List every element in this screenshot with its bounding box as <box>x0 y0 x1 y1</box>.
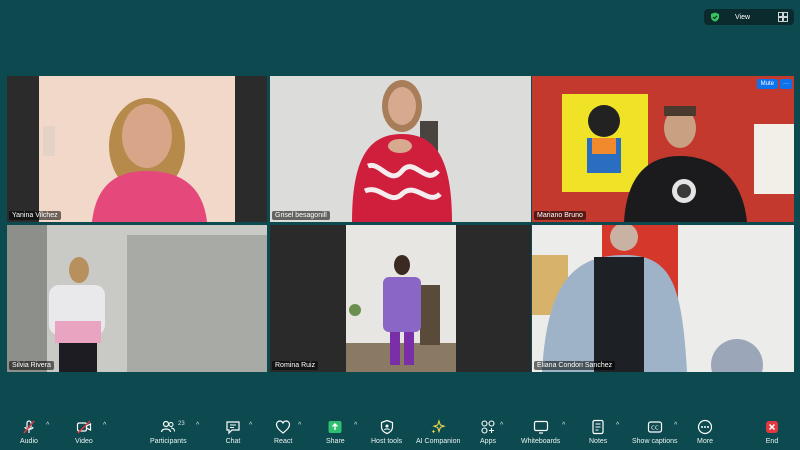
end-meeting-button[interactable]: End <box>764 414 780 450</box>
video-tile-2[interactable]: Grisel besagonill <box>270 76 531 222</box>
apps-options-chevron-icon[interactable]: ^ <box>500 422 503 429</box>
microphone-muted-icon <box>23 420 35 434</box>
share-options-chevron-icon[interactable]: ^ <box>354 422 357 429</box>
video-button[interactable]: Video <box>75 414 93 450</box>
participants-options-chevron-icon[interactable]: ^ <box>196 422 199 429</box>
whiteboards-button[interactable]: Whiteboards <box>521 414 560 450</box>
grid-view-icon <box>778 12 788 22</box>
ai-companion-button[interactable]: AI Companion <box>416 414 460 450</box>
chat-options-chevron-icon[interactable]: ^ <box>249 422 252 429</box>
react-button[interactable]: React <box>274 414 292 450</box>
video-grid: Yanina Vilchez Grisel besagonill Mute ··… <box>7 76 794 372</box>
svg-text:CC: CC <box>651 426 659 432</box>
participant-name: Romina Ruiz <box>272 361 319 370</box>
participant-name: Silvia Rivera <box>9 361 54 370</box>
share-button[interactable]: Share <box>326 414 345 450</box>
show-captions-button[interactable]: CC Show captions <box>632 414 678 450</box>
host-shield-icon <box>380 419 393 435</box>
whiteboard-icon <box>533 420 548 434</box>
shield-check-icon <box>711 12 719 22</box>
participants-icon <box>161 420 176 433</box>
video-tile-3[interactable]: Mute ··· Mariano Bruno <box>532 76 794 222</box>
notes-options-chevron-icon[interactable]: ^ <box>616 422 619 429</box>
participant-name: Eliana Condori Sanchez <box>534 361 616 370</box>
apps-icon <box>481 420 495 434</box>
tile-controls: Mute ··· <box>756 79 792 89</box>
notes-icon <box>592 419 604 435</box>
participant-video-6 <box>532 225 794 372</box>
participant-video-4 <box>7 225 267 372</box>
host-tools-label: Host tools <box>371 438 403 445</box>
view-button[interactable]: View <box>704 9 794 25</box>
video-tile-4[interactable]: Silvia Rivera <box>7 225 267 372</box>
participant-name: Grisel besagonill <box>272 211 330 220</box>
share-screen-icon <box>328 421 342 433</box>
heart-icon <box>276 420 291 434</box>
captions-options-chevron-icon[interactable]: ^ <box>674 422 677 429</box>
chat-bubble-icon <box>226 421 240 435</box>
more-button[interactable]: More <box>697 414 713 450</box>
share-label: Share <box>326 438 345 445</box>
more-dots-icon <box>697 419 713 435</box>
participants-count: 23 <box>178 421 185 427</box>
captions-icon: CC <box>647 421 662 433</box>
participants-label: Participants <box>150 438 187 445</box>
video-tile-5[interactable]: Romina Ruiz <box>270 225 531 372</box>
participant-video-3 <box>532 76 794 222</box>
participant-video-5 <box>270 225 531 372</box>
more-label: More <box>697 438 713 445</box>
audio-label: Audio <box>20 438 38 445</box>
participant-video-2 <box>270 76 531 222</box>
chat-label: Chat <box>225 438 241 445</box>
video-options-chevron-icon[interactable]: ^ <box>103 422 106 429</box>
audio-button[interactable]: Audio <box>20 414 38 450</box>
video-label: Video <box>75 438 93 445</box>
apps-label: Apps <box>480 438 496 445</box>
react-label: React <box>274 438 293 445</box>
whiteboards-options-chevron-icon[interactable]: ^ <box>562 422 565 429</box>
meeting-toolbar: Audio ^ Video ^ Participants 23 ^ Chat ^ <box>0 414 800 450</box>
host-tools-button[interactable]: Host tools <box>371 414 402 450</box>
notes-button[interactable]: Notes <box>589 414 607 450</box>
end-label: End <box>765 438 779 445</box>
participant-name: Yanina Vilchez <box>9 211 61 220</box>
show-captions-label: Show captions <box>632 438 678 445</box>
whiteboards-label: Whiteboards <box>521 438 561 445</box>
camera-off-icon <box>76 420 91 434</box>
view-label: View <box>735 13 751 21</box>
chat-button[interactable]: Chat <box>225 414 241 450</box>
video-tile-6[interactable]: Eliana Condori Sanchez <box>532 225 794 372</box>
end-close-icon <box>766 421 778 433</box>
mute-button[interactable]: Mute <box>756 79 778 89</box>
video-tile-1[interactable]: Yanina Vilchez <box>7 76 267 222</box>
react-options-chevron-icon[interactable]: ^ <box>298 422 301 429</box>
participant-name: Mariano Bruno <box>534 211 586 220</box>
tile-more-button[interactable]: ··· <box>780 79 792 89</box>
audio-options-chevron-icon[interactable]: ^ <box>46 422 49 429</box>
apps-button[interactable]: Apps <box>480 414 496 450</box>
sparkle-icon <box>431 419 446 434</box>
ai-companion-label: AI Companion <box>416 438 461 445</box>
participant-video-1 <box>7 76 267 222</box>
participants-button[interactable]: Participants <box>150 414 187 450</box>
notes-label: Notes <box>589 438 608 445</box>
